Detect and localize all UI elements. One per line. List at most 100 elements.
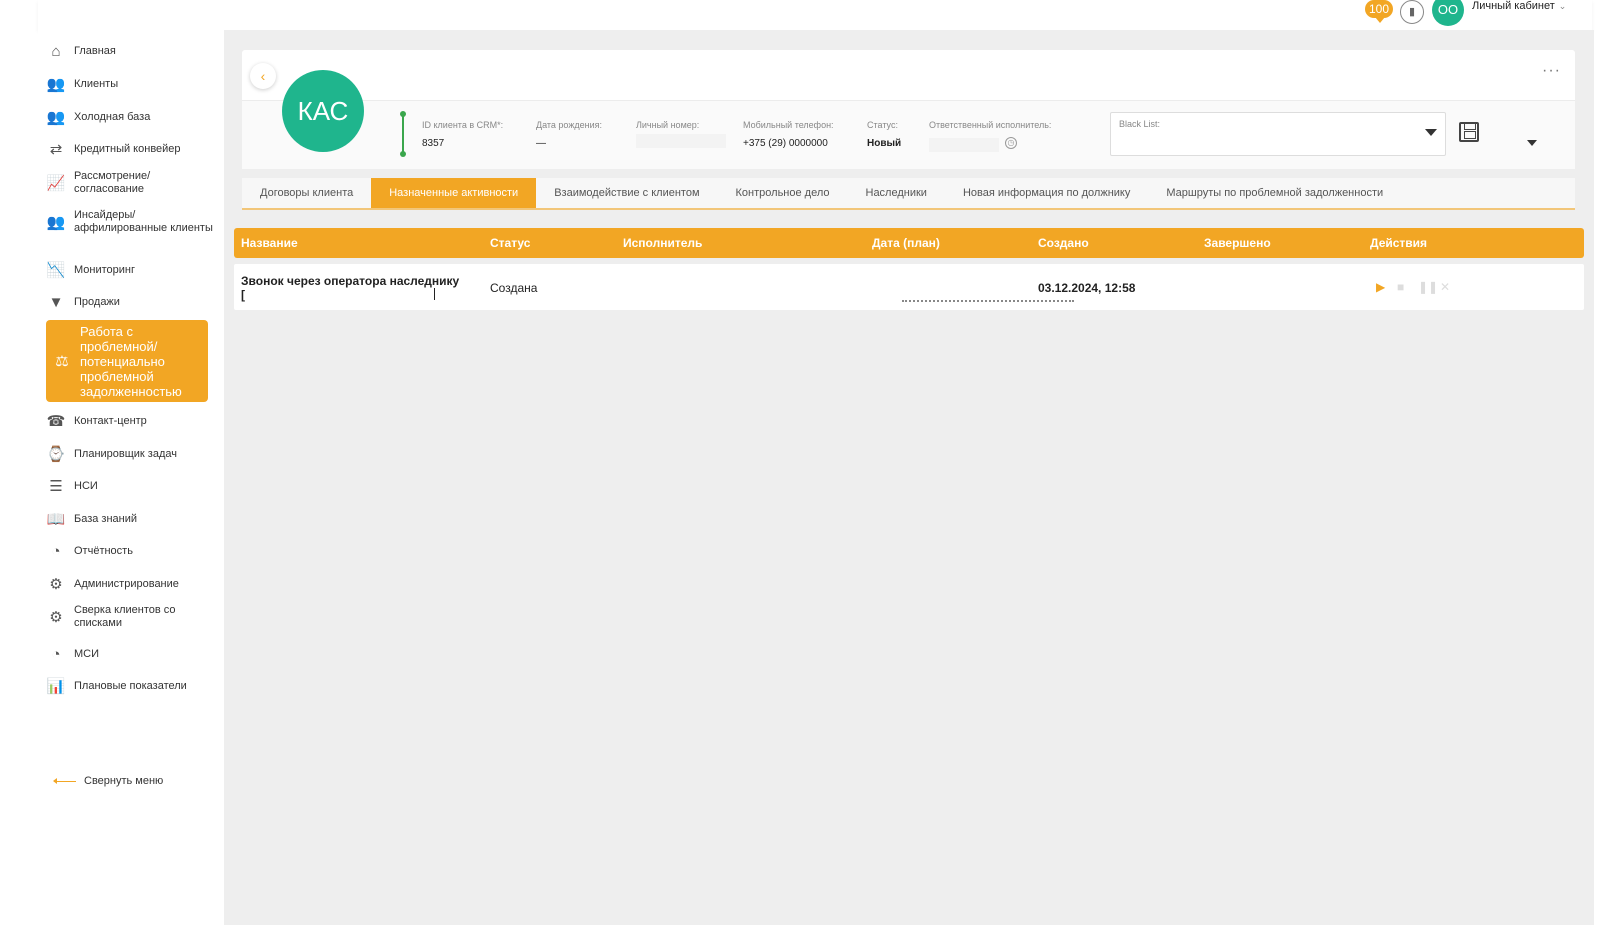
sidebar-item-reconciliation[interactable]: ⚙ Сверка клиентов со списками [46,604,216,630]
pie-icon: ◔ [51,645,61,663]
personal-number-value [636,134,726,148]
sidebar-item-label: Сверка клиентов со списками [74,604,176,629]
personal-cabinet-link[interactable]: Личный кабинет ⌄ [1472,0,1566,12]
sidebar-item-label: Контакт-центр [74,414,147,427]
table-header: Название Статус Исполнитель Дата (план) … [234,228,1584,258]
sidebar-item-label: Планировщик задач [74,447,177,460]
sidebar-item-label: Рассмотрение/ согласование [74,170,151,195]
sidebar-item-problem-debt[interactable]: ⚖ Работа с проблемной/ потенциально пробл… [46,320,208,402]
collapse-menu-button[interactable]: Свернуть меню [53,775,163,787]
crm-id-value: 8357 [422,138,445,149]
sidebar: ⌂ Главная 👥 Клиенты 👥 Холодная база ⇄ Кредит… [38,30,224,925]
top-bar: 100 ▮ OO Личный кабинет ⌄ [38,0,1592,30]
sidebar-item-credit-conveyor[interactable]: ⇄ Кредитный конвейер [46,140,216,158]
tab-bar: Договоры клиента Назначенные активности … [242,178,1575,210]
status-label: Статус: [867,120,898,130]
sidebar-item-msi[interactable]: ◔ МСИ [46,645,216,663]
sidebar-item-contact-center[interactable]: ☎ Контакт-центр [46,412,216,430]
tab-interaction[interactable]: Взаимодействие с клиентом [536,178,717,208]
sidebar-item-monitoring[interactable]: 📉 Мониторинг [46,261,216,279]
status-field: Статус: Новый [867,120,901,150]
pause-icon[interactable]: ❚❚ [1418,280,1438,294]
user-avatar[interactable]: OO [1432,0,1464,26]
client-card: ‹ ··· КАС ID клиента в CRM*: 8357 Дата р… [242,50,1575,169]
insiders-icon: 👥 [46,213,66,231]
column-header[interactable]: Название [241,236,298,250]
status-line [400,111,406,157]
more-options-icon[interactable]: ··· [1542,62,1561,80]
phone-icon: ☎ [46,412,66,430]
pie-icon: ◔ [51,542,61,560]
clock-icon[interactable]: ◷ [1005,137,1017,149]
tab-control-case[interactable]: Контрольное дело [718,178,848,208]
personal-number-field: Личный номер: [636,120,726,148]
sidebar-item-label: Мониторинг [74,263,136,276]
main-content: ‹ ··· КАС ID клиента в CRM*: 8357 Дата р… [224,30,1594,925]
tab-debtor-info[interactable]: Новая информация по должнику [945,178,1148,208]
sidebar-item-review[interactable]: 📈 Рассмотрение/ согласование [46,170,216,196]
sidebar-item-home[interactable]: ⌂ Главная [46,42,216,60]
sidebar-item-clients[interactable]: 👥 Клиенты [46,75,216,93]
cabinet-label: Личный кабинет [1472,0,1555,12]
blacklist-select[interactable]: Black List: [1110,112,1446,156]
sidebar-item-knowledge-base[interactable]: 📖 База знаний [46,510,216,528]
play-icon[interactable]: ▶ [1376,280,1385,294]
phone-field: Мобильный телефон: +375 (29) 0000000 [743,120,834,150]
sidebar-item-insiders[interactable]: 👥 Инсайдеры/ аффилированные клиенты [46,209,216,235]
chevron-down-icon [1425,129,1437,136]
close-icon[interactable]: ✕ [1440,280,1450,294]
bar-chart-icon: 📊 [46,677,66,695]
column-header[interactable]: Исполнитель [623,236,702,250]
responsible-label: Ответственный исполнитель: [929,120,1052,130]
sidebar-item-label: Работа с проблемной/ потенциально пробле… [80,323,182,399]
tab-routes[interactable]: Маршруты по проблемной задолженности [1148,178,1401,208]
expand-caret-icon[interactable] [1527,140,1537,146]
users-icon: 👥 [46,108,66,126]
column-header[interactable]: Завершено [1204,236,1271,250]
funnel-icon: ▼ [48,293,64,311]
chevron-down-icon: ⌄ [1558,1,1567,11]
sidebar-item-sales[interactable]: ▼ Продажи [46,293,216,311]
sidebar-item-label: Продажи [74,295,120,308]
table-row[interactable]: Звонок через оператора наследнику [ Созд… [234,264,1584,310]
date-plan-field[interactable] [902,300,1074,302]
status-value: Новый [867,138,902,149]
column-header[interactable]: Создано [1038,236,1089,250]
column-header[interactable]: Дата (план) [872,236,940,250]
sidebar-item-planner[interactable]: ⌚ Планировщик задач [46,445,216,463]
save-icon[interactable] [1459,122,1479,142]
sidebar-item-plan-indicators[interactable]: 📊 Плановые показатели [46,677,216,695]
sidebar-item-label: Плановые показатели [74,679,187,692]
tab-assigned-activities[interactable]: Назначенные активности [371,178,537,208]
gear-icon: ⚙ [49,608,63,626]
stop-icon[interactable]: ■ [1397,280,1404,294]
debt-icon: ⚖ [55,352,69,370]
users-icon: 👥 [46,75,66,93]
sidebar-item-label: Отчётность [74,544,133,557]
column-header[interactable]: Статус [490,236,530,250]
list-icon: ☰ [49,477,63,495]
sidebar-item-label: Холодная база [74,110,151,123]
responsible-value[interactable] [929,138,999,152]
phone-label: Мобильный телефон: [743,120,834,130]
sidebar-item-nsi[interactable]: ☰ НСИ [46,477,216,495]
notifications-badge[interactable]: 100 [1365,0,1393,23]
back-button[interactable]: ‹ [250,63,276,89]
sidebar-item-cold-base[interactable]: 👥 Холодная база [46,108,216,126]
book-icon: 📖 [46,510,66,528]
crm-id-field: ID клиента в CRM*: 8357 [422,120,503,150]
gear-icon: ⚙ [49,575,63,593]
sidebar-item-label: НСИ [74,479,98,492]
chart-icon: 📈 [46,174,66,192]
home-icon: ⌂ [51,42,61,60]
sidebar-item-admin[interactable]: ⚙ Администрирование [46,575,216,593]
signal-icon[interactable]: ▮ [1400,0,1424,24]
column-header: Действия [1370,236,1428,250]
sidebar-item-label: Главная [74,44,116,57]
tab-contracts[interactable]: Договоры клиента [242,178,371,208]
birth-date-field: Дата рождения: — [536,120,602,150]
sidebar-item-label: Администрирование [74,577,179,590]
sidebar-item-reports[interactable]: ◔ Отчётность [46,542,216,560]
birth-date-label: Дата рождения: [536,120,602,130]
tab-heirs[interactable]: Наследники [848,178,945,208]
